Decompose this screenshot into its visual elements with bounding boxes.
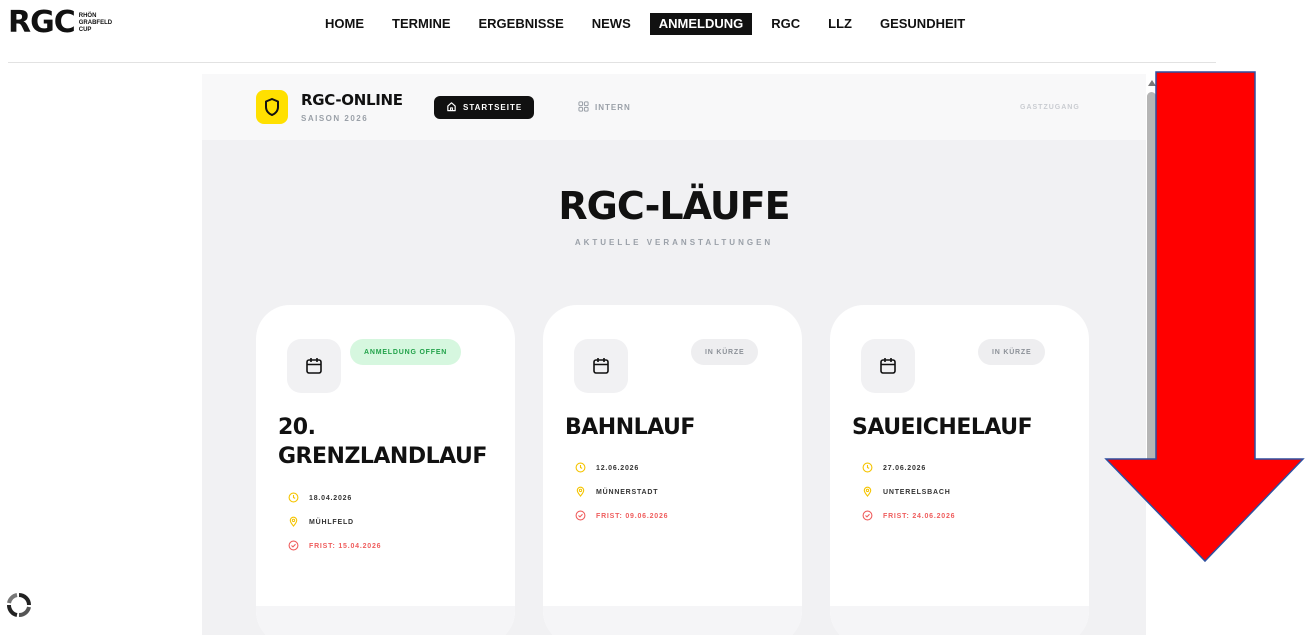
- nav-news[interactable]: NEWS: [583, 13, 640, 35]
- event-location: MÜNNERSTADT: [575, 486, 658, 499]
- clock-icon: [288, 492, 299, 505]
- nav-anmeldung[interactable]: ANMELDUNG: [649, 13, 753, 35]
- header-divider: [8, 62, 1216, 63]
- clock-icon: [862, 462, 873, 475]
- event-title: 20. GRENZLANDLAUF: [278, 415, 487, 469]
- card-footer: [543, 606, 802, 635]
- check-circle-icon: [862, 510, 873, 523]
- loader-icon: [6, 592, 32, 618]
- nav-gesundheit[interactable]: GESUNDHEIT: [871, 13, 974, 35]
- card-footer: [830, 606, 1089, 635]
- gastzugang-link[interactable]: GASTZUGANG: [1020, 104, 1080, 111]
- check-circle-icon: [288, 540, 299, 553]
- calendar-icon: [574, 339, 628, 393]
- calendar-icon: [287, 339, 341, 393]
- nav-home[interactable]: HOME: [316, 13, 373, 35]
- home-icon: [446, 101, 457, 114]
- scrollbar-thumb[interactable]: [1147, 92, 1156, 492]
- event-deadline: FRIST: 24.06.2026: [862, 510, 955, 523]
- event-deadline: FRIST: 15.04.2026: [288, 540, 381, 553]
- calendar-icon: [861, 339, 915, 393]
- status-badge: ANMELDUNG OFFEN: [350, 339, 462, 365]
- pin-icon: [862, 486, 873, 499]
- nav-rgc[interactable]: RGC: [762, 13, 809, 35]
- event-card-saueichelauf[interactable]: IN KÜRZE SAUEICHELAUF 27.06.2026 UNTEREL…: [830, 305, 1089, 635]
- app-frame: RGC-ONLINE SAISON 2026 STARTSEITE INTERN…: [202, 74, 1146, 635]
- event-card-bahnlauf[interactable]: IN KÜRZE BAHNLAUF 12.06.2026 MÜNNERSTADT…: [543, 305, 802, 635]
- intern-button[interactable]: INTERN: [578, 101, 631, 114]
- startseite-label: STARTSEITE: [463, 103, 523, 112]
- event-date: 27.06.2026: [862, 462, 926, 475]
- event-date: 12.06.2026: [575, 462, 639, 475]
- event-card-grenzlandlauf[interactable]: ANMELDUNG OFFEN 20. GRENZLANDLAUF 18.04.…: [256, 305, 515, 635]
- brand-subtitle: SAISON 2026: [301, 114, 369, 123]
- event-deadline: FRIST: 09.06.2026: [575, 510, 668, 523]
- clock-icon: [575, 462, 586, 475]
- page-subtitle: AKTUELLE VERANSTALTUNGEN: [574, 238, 774, 247]
- pin-icon: [288, 516, 299, 529]
- shield-icon[interactable]: [256, 90, 288, 124]
- app-header: RGC-ONLINE SAISON 2026 STARTSEITE INTERN…: [202, 74, 1146, 140]
- page-title: RGC-LÄUFE: [558, 184, 790, 228]
- event-title: SAUEICHELAUF: [852, 415, 1033, 440]
- nav-llz[interactable]: LLZ: [819, 13, 861, 35]
- startseite-button[interactable]: STARTSEITE: [434, 96, 535, 119]
- event-location: UNTERELSBACH: [862, 486, 951, 499]
- nav-ergebnisse[interactable]: ERGEBNISSE: [470, 13, 573, 35]
- event-title: BAHNLAUF: [565, 415, 695, 440]
- event-date: 18.04.2026: [288, 492, 352, 505]
- card-footer: [256, 606, 515, 635]
- pin-icon: [575, 486, 586, 499]
- status-badge: IN KÜRZE: [691, 339, 759, 365]
- site-logo[interactable]: RGC RHÖN GRABFELD CUP: [8, 8, 112, 38]
- site-logo-tagline: RHÖN GRABFELD CUP: [78, 12, 113, 33]
- brand-title: RGC-ONLINE: [301, 91, 403, 109]
- status-badge: IN KÜRZE: [978, 339, 1046, 365]
- nav-termine[interactable]: TERMINE: [383, 13, 460, 35]
- intern-label: INTERN: [595, 103, 631, 112]
- check-circle-icon: [575, 510, 586, 523]
- site-logo-text: RGC: [8, 5, 76, 40]
- scroll-up-arrow[interactable]: [1148, 80, 1156, 86]
- event-location: MÜHLFELD: [288, 516, 354, 529]
- grid-icon: [578, 101, 589, 114]
- main-nav: HOME TERMINE ERGEBNISSE NEWS ANMELDUNG R…: [316, 13, 984, 35]
